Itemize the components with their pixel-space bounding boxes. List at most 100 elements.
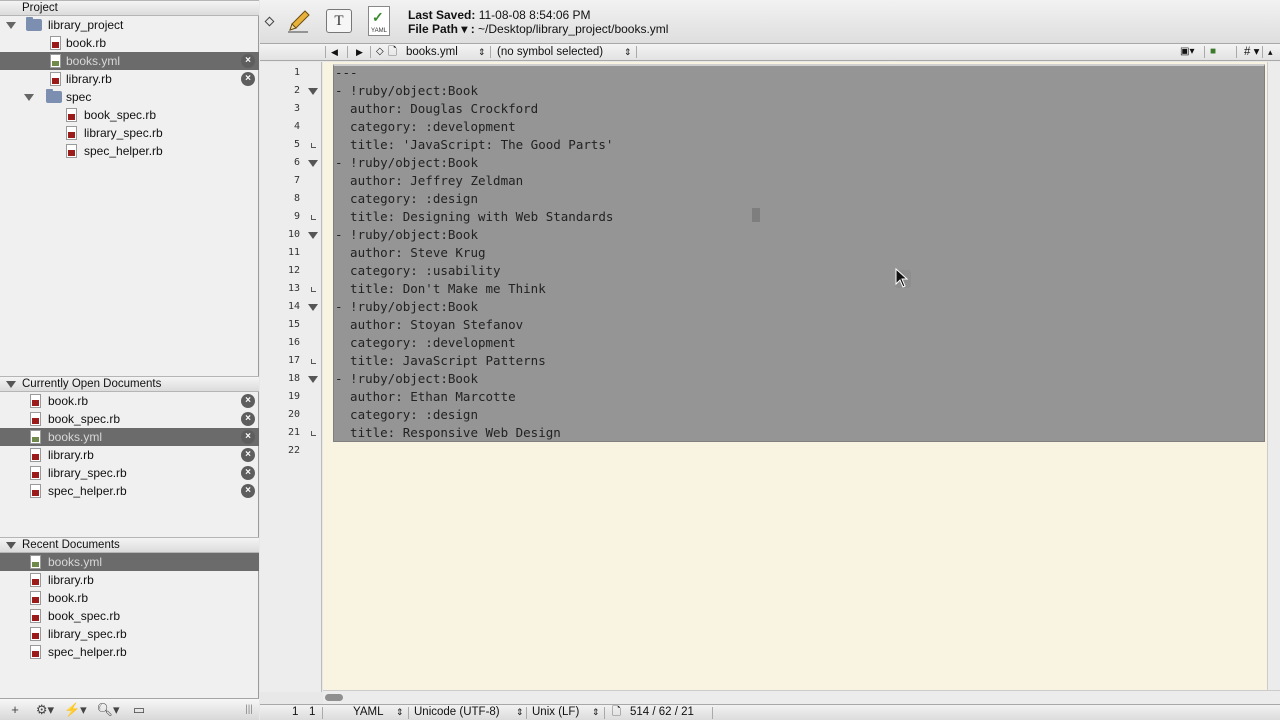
open-docs-section-header[interactable]: Currently Open Documents — [0, 376, 259, 392]
tree-item-books-yml[interactable]: books.yml × — [0, 52, 259, 70]
fold-end-icon[interactable] — [311, 359, 316, 364]
split-view-icon[interactable]: ▣▾ — [1180, 44, 1194, 60]
lightning-menu-icon[interactable]: ⚡▾ — [64, 701, 87, 718]
code-line[interactable]: - !ruby/object:Book — [335, 154, 478, 172]
tree-item-spec-helper-rb[interactable]: spec_helper.rb — [0, 142, 259, 160]
close-icon[interactable]: × — [241, 484, 255, 498]
disclosure-triangle-icon[interactable] — [6, 381, 16, 388]
code-line[interactable]: category: :design — [335, 190, 478, 208]
add-icon[interactable]: + — [8, 701, 22, 718]
resize-grip-icon[interactable]: ||| — [244, 701, 254, 718]
line-number: 9 — [293, 211, 300, 222]
close-icon[interactable]: × — [241, 430, 255, 444]
code-line[interactable]: title: Don't Make me Think — [335, 280, 546, 298]
close-icon[interactable]: × — [241, 412, 255, 426]
code-line[interactable]: category: :development — [335, 118, 516, 136]
file-popup[interactable]: books.yml — [406, 44, 458, 60]
line-number-status[interactable]: 1 — [292, 705, 298, 720]
code-line[interactable]: author: Stoyan Stefanov — [335, 316, 523, 334]
counterpart-menu[interactable]: # ▾ — [1244, 44, 1259, 60]
split-handle-icon[interactable]: ▴ — [1268, 44, 1273, 60]
open-document-item[interactable]: book_spec.rb × — [0, 410, 259, 428]
open-document-item[interactable]: book.rb × — [0, 392, 259, 410]
line-number-gutter[interactable]: 1 2 3 4 5 6 7 8 9 10 11 12 13 14 15 16 17 18 19 20 21 22 — [260, 62, 322, 692]
code-line[interactable]: title: 'JavaScript: The Good Parts' — [335, 136, 613, 154]
diamond-menu-icon[interactable]: ◇ — [376, 44, 384, 60]
project-section-header[interactable]: Project — [0, 0, 259, 16]
fold-end-icon[interactable] — [311, 143, 316, 148]
tree-item-book-rb[interactable]: book.rb — [0, 34, 259, 52]
yaml-file-icon[interactable]: ✓ YAML — [368, 6, 390, 36]
fold-triangle-icon[interactable] — [308, 160, 318, 167]
code-line[interactable]: author: Steve Krug — [335, 244, 485, 262]
fold-triangle-icon[interactable] — [308, 376, 318, 383]
open-document-item[interactable]: books.yml × — [0, 428, 259, 446]
code-line[interactable]: title: JavaScript Patterns — [335, 352, 546, 370]
syntax-popup[interactable]: YAML — [353, 705, 383, 720]
text-options-icon[interactable]: T — [326, 9, 352, 33]
pencil-icon[interactable] — [286, 8, 312, 34]
code-line[interactable]: - !ruby/object:Book — [335, 298, 478, 316]
fold-triangle-icon[interactable] — [308, 88, 318, 95]
symbol-popup[interactable]: (no symbol selected) — [497, 44, 603, 60]
gear-menu-icon[interactable]: ⚙▾ — [34, 701, 56, 718]
tree-item-library-rb[interactable]: library.rb × — [0, 70, 259, 88]
search-menu-icon[interactable]: 🔍︎▾ — [96, 701, 120, 718]
ruby-file-icon — [30, 645, 41, 659]
open-document-item[interactable]: library.rb × — [0, 446, 259, 464]
file-path-menu[interactable]: File Path ▾ : — [408, 22, 475, 36]
recent-document-item[interactable]: library.rb — [0, 571, 259, 589]
document-counts[interactable]: 514 / 62 / 21 — [630, 705, 694, 720]
recent-document-item[interactable]: library_spec.rb — [0, 625, 259, 643]
back-arrow-icon[interactable]: ◀ — [331, 44, 338, 60]
code-line[interactable]: category: :development — [335, 334, 516, 352]
tree-item-library-project[interactable]: library_project — [0, 16, 259, 34]
code-line[interactable]: category: :design — [335, 406, 478, 424]
tree-item-book-spec-rb[interactable]: book_spec.rb — [0, 106, 259, 124]
close-icon[interactable]: × — [241, 54, 255, 68]
scroll-thumb[interactable] — [325, 694, 343, 701]
code-line[interactable]: author: Ethan Marcotte — [335, 388, 516, 406]
code-line[interactable]: - !ruby/object:Book — [335, 82, 478, 100]
recent-document-item[interactable]: spec_helper.rb — [0, 643, 259, 661]
code-line[interactable]: category: :usability — [335, 262, 501, 280]
disclosure-triangle-icon[interactable] — [6, 542, 16, 549]
tree-item-spec[interactable]: spec — [0, 88, 259, 106]
line-endings-popup[interactable]: Unix (LF) — [532, 705, 579, 720]
code-line[interactable]: - !ruby/object:Book — [335, 226, 478, 244]
forward-arrow-icon[interactable]: ▶ — [356, 44, 363, 60]
code-line[interactable]: title: Designing with Web Standards — [335, 208, 613, 226]
close-icon[interactable]: × — [241, 466, 255, 480]
column-status[interactable]: 1 — [309, 705, 315, 720]
recent-document-item[interactable]: book_spec.rb — [0, 607, 259, 625]
fold-triangle-icon[interactable] — [308, 232, 318, 239]
horizontal-scrollbar[interactable] — [323, 690, 1280, 704]
fold-end-icon[interactable] — [311, 287, 316, 292]
disclosure-triangle-icon[interactable] — [24, 94, 34, 101]
close-icon[interactable]: × — [241, 72, 255, 86]
text-editor[interactable]: --- - !ruby/object:Book author: Douglas C… — [323, 62, 1267, 690]
code-line[interactable]: --- — [335, 64, 358, 82]
vertical-scrollbar[interactable] — [1267, 62, 1280, 690]
close-icon[interactable]: × — [241, 448, 255, 462]
open-document-item[interactable]: spec_helper.rb × — [0, 482, 259, 500]
code-line[interactable]: - !ruby/object:Book — [335, 370, 478, 388]
code-line[interactable]: author: Jeffrey Zeldman — [335, 172, 523, 190]
fold-triangle-icon[interactable] — [308, 304, 318, 311]
green-square-icon[interactable]: ■ — [1210, 44, 1216, 60]
recent-docs-section-header[interactable]: Recent Documents — [0, 537, 259, 553]
code-line[interactable]: author: Douglas Crockford — [335, 100, 538, 118]
code-line[interactable]: title: Responsive Web Design — [335, 424, 561, 442]
close-icon[interactable]: × — [241, 394, 255, 408]
encoding-popup[interactable]: Unicode (UTF-8) — [414, 705, 500, 720]
line-number: 15 — [287, 319, 300, 330]
recent-document-item[interactable]: books.yml — [0, 553, 259, 571]
ruby-file-icon — [30, 591, 41, 605]
window-toggle-icon[interactable]: ▭ — [130, 701, 148, 718]
disclosure-triangle-icon[interactable] — [6, 22, 16, 29]
tree-item-library-spec-rb[interactable]: library_spec.rb — [0, 124, 259, 142]
fold-end-icon[interactable] — [311, 431, 316, 436]
fold-end-icon[interactable] — [311, 215, 316, 220]
recent-document-item[interactable]: book.rb — [0, 589, 259, 607]
open-document-item[interactable]: library_spec.rb × — [0, 464, 259, 482]
